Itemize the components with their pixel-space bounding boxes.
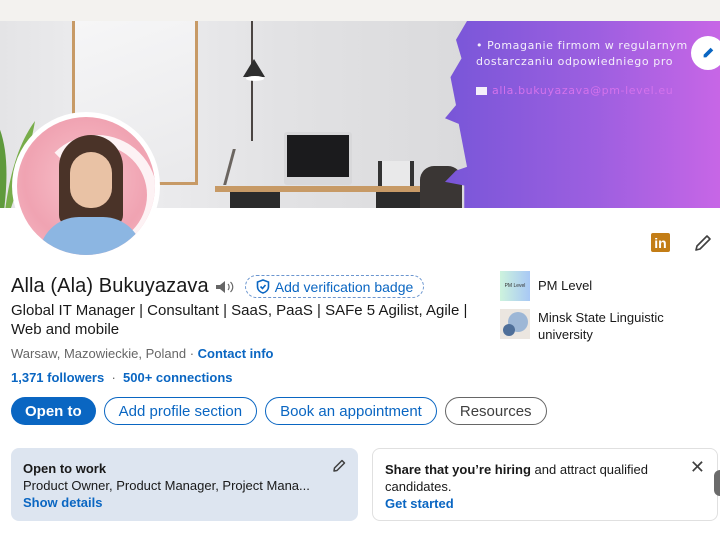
linkedin-icon[interactable]: in [651, 233, 670, 252]
name-row: Alla (Ala) Bukuyazava Add verification b… [11, 275, 425, 298]
network-row: 1,371 followers · 500+ connections [11, 370, 233, 385]
banner-email-text: alla.bukuyazava@pm-level.eu [492, 84, 674, 97]
name-pronunciation-button[interactable] [215, 280, 235, 294]
edit-open-to-work-pencil-icon[interactable] [332, 459, 346, 473]
profile-name: Alla (Ala) Bukuyazava [11, 275, 209, 297]
banner-desk-drawer [230, 192, 280, 208]
add-profile-section-button[interactable]: Add profile section [103, 397, 258, 425]
resources-button[interactable]: Resources [444, 397, 547, 425]
profile-photo-image [17, 117, 155, 255]
logo-circle [503, 324, 515, 336]
banner-desk-lamp [223, 149, 252, 185]
top-bar [0, 0, 720, 21]
open-to-work-card: Open to work Product Owner, Product Mana… [11, 448, 358, 521]
connections-link[interactable]: 500+ connections [123, 370, 232, 385]
location-text: Warsaw, Mazowieckie, Poland [11, 346, 187, 361]
show-details-link[interactable]: Show details [23, 495, 102, 510]
separator: · [107, 370, 120, 385]
banner-text: • Pomaganie firmom w regularnym dostarcz… [476, 38, 688, 70]
mail-icon [476, 86, 487, 95]
shield-check-icon [256, 279, 270, 294]
profile-actions: Open to Add profile section Book an appo… [11, 397, 547, 425]
banner-lamp-bulb [246, 76, 264, 81]
edit-intro-pencil-icon[interactable] [694, 234, 712, 252]
avatar-face [70, 152, 112, 208]
profile-top-icons: in [651, 233, 712, 252]
close-icon[interactable]: ✕ [690, 458, 705, 476]
banner-email: alla.bukuyazava@pm-level.eu [476, 84, 673, 97]
separator: · [186, 346, 198, 361]
hiring-card: Share that you’re hiring and attract qua… [372, 448, 718, 521]
banner-text-line: • Pomaganie firmom w regularnym [476, 39, 688, 52]
verification-label: Add verification badge [274, 278, 414, 295]
banner-monitor [284, 132, 352, 185]
banner-desk-drawer [376, 192, 420, 208]
banner-lamp [243, 59, 265, 77]
experience-item-pm-level[interactable]: PM Level PM Level [500, 271, 698, 301]
speaker-icon [215, 280, 234, 293]
add-verification-badge-button[interactable]: Add verification badge [244, 275, 425, 298]
edit-banner-button[interactable] [691, 36, 720, 70]
experience-name: PM Level [538, 278, 593, 293]
pm-level-logo: PM Level [500, 271, 530, 301]
book-appointment-button[interactable]: Book an appointment [265, 397, 437, 425]
pencil-icon [703, 47, 714, 58]
banner-lamp-cord [251, 21, 253, 141]
open-to-work-title: Open to work [23, 461, 107, 476]
banner-folders [378, 161, 414, 187]
open-to-button[interactable]: Open to [11, 397, 96, 425]
experience-name: Minsk State Linguistic university [538, 310, 664, 342]
banner-text-line: dostarczaniu odpowiedniego pro [476, 55, 674, 68]
experience-summary: PM Level PM Level Minsk State Linguistic… [500, 271, 698, 351]
logo-text: PM Level [504, 283, 526, 289]
profile-headline: Global IT Manager | Consultant | SaaS, P… [11, 302, 468, 338]
hiring-bold-text: Share that you’re hiring [385, 462, 531, 477]
followers-link[interactable]: 1,371 followers [11, 370, 104, 385]
location-row: Warsaw, Mazowieckie, Poland · Contact in… [11, 346, 273, 361]
profile-photo[interactable] [12, 112, 160, 260]
open-to-work-roles: Product Owner, Product Manager, Project … [23, 478, 310, 493]
contact-info-link[interactable]: Contact info [198, 346, 274, 361]
experience-item-minsk-university[interactable]: Minsk State Linguistic university [500, 309, 698, 343]
get-started-link[interactable]: Get started [385, 496, 454, 511]
minsk-university-logo [500, 309, 530, 339]
carousel-next-handle[interactable] [714, 470, 720, 496]
